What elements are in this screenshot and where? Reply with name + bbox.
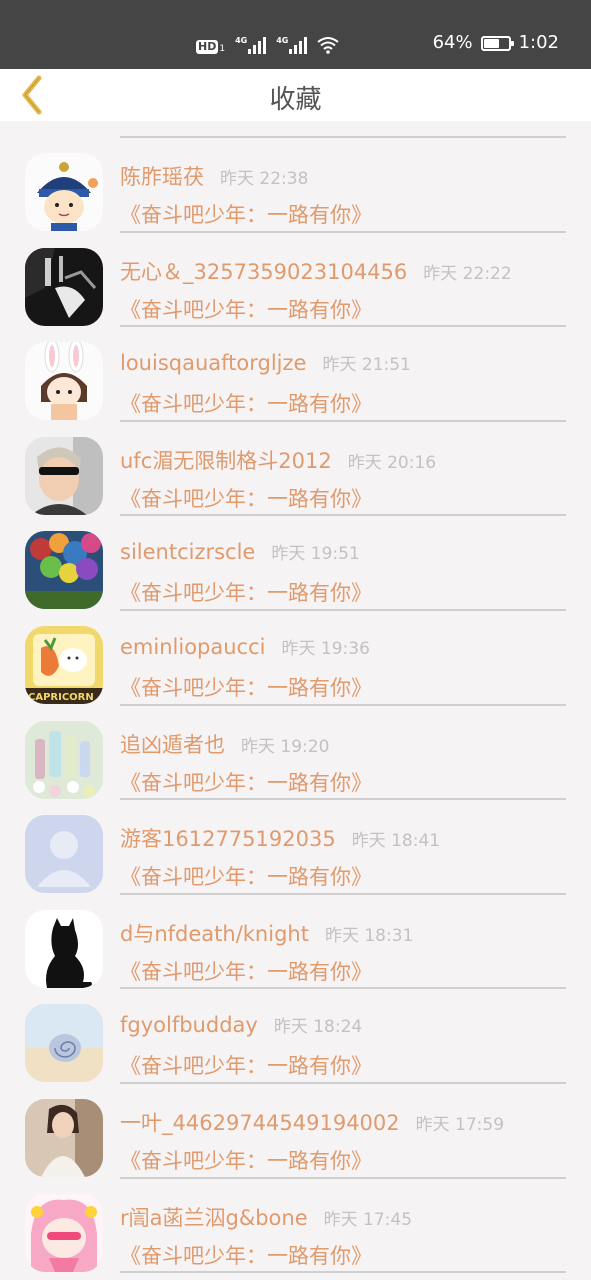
avatar[interactable] — [25, 720, 103, 799]
timestamp: 昨天 18:41 — [351, 831, 441, 852]
wifi-icon — [317, 36, 339, 54]
user-line: ufc湄无限制格斗2012 昨天 20:16 — [120, 445, 436, 475]
page-title: 收藏 — [269, 85, 322, 115]
favorite-title-link[interactable]: 《奋斗吧少年：一路有你》 — [120, 577, 372, 607]
user-line: silentcizrscle 昨天 19:51 — [120, 539, 360, 564]
list-item[interactable]: CAPRICORN eminliopaucci 昨天 19:36 《奋斗吧少年：一路有… — [0, 610, 591, 706]
list-item[interactable]: d与nfdeath/knight 昨天 18:31 《奋斗吧少年：一路有你》 — [0, 894, 591, 990]
user-line: r訚a菡兰泅g&bone 昨天 17:45 — [120, 1202, 412, 1232]
favorite-title-link[interactable]: 《奋斗吧少年：一路有你》 — [120, 1240, 372, 1270]
user-name[interactable]: louisqauaftorgljze — [120, 351, 306, 375]
user-name[interactable]: r訚a菡兰泅g&bone — [120, 1202, 308, 1232]
list-item[interactable]: silentcizrscle 昨天 19:51 《奋斗吧少年：一路有你》 — [0, 515, 591, 611]
user-line: louisqauaftorgljze 昨天 21:51 — [120, 350, 411, 375]
list-item[interactable]: 陈胙瑶茯 昨天 22:38 《奋斗吧少年：一路有你》 — [0, 137, 591, 233]
status-right: 64% 1:02 — [433, 32, 559, 54]
list-item[interactable]: 追凶遁者也 昨天 19:20 《奋斗吧少年：一路有你》 — [0, 705, 591, 801]
network-type-label: 4G — [235, 36, 248, 45]
user-name[interactable]: 陈胙瑶茯 — [120, 161, 204, 191]
user-name[interactable]: fgyolfbudday — [120, 1013, 258, 1037]
favorite-title-link[interactable]: 《奋斗吧少年：一路有你》 — [120, 956, 372, 986]
title-bar: 收藏 — [0, 69, 591, 121]
timestamp: 昨天 21:51 — [322, 355, 411, 376]
favorite-title-link[interactable]: 《奋斗吧少年：一路有你》 — [120, 199, 372, 229]
hd-sub-label: 1 — [219, 44, 226, 54]
favorite-title-link[interactable]: 《奋斗吧少年：一路有你》 — [120, 1050, 372, 1080]
avatar[interactable] — [25, 436, 103, 515]
svg-text:CAPRICORN: CAPRICORN — [28, 692, 94, 703]
user-line: 陈胙瑶茯 昨天 22:38 — [120, 161, 308, 191]
timestamp: 昨天 20:16 — [347, 452, 437, 473]
user-line: 无心＆_3257359023104456 昨天 22:22 — [120, 256, 512, 286]
list-item[interactable]: 一叶_44629744549194002 昨天 17:59 《奋斗吧少年：一路有你》 — [0, 1083, 591, 1179]
user-name[interactable]: 无心＆_3257359023104456 — [120, 256, 407, 286]
clock: 1:02 — [518, 32, 559, 53]
battery-percent: 64% — [432, 32, 473, 53]
timestamp: 昨天 17:45 — [323, 1209, 413, 1230]
user-line: 追凶遁者也 昨天 19:20 — [120, 729, 329, 759]
list-item[interactable]: louisqauaftorgljze 昨天 21:51 《奋斗吧少年：一路有你》 — [0, 326, 591, 422]
divider — [120, 1271, 566, 1274]
user-name[interactable]: 一叶_44629744549194002 — [120, 1107, 400, 1137]
user-line: 游客1612775192035 昨天 18:41 — [120, 823, 440, 853]
avatar[interactable] — [25, 153, 103, 231]
signal-icon: 4G — [276, 36, 308, 54]
user-name[interactable]: eminliopaucci — [120, 635, 265, 659]
avatar[interactable] — [25, 1099, 103, 1177]
timestamp: 昨天 17:59 — [415, 1115, 505, 1135]
avatar[interactable]: CAPRICORN — [25, 626, 103, 704]
avatar[interactable] — [25, 1193, 103, 1272]
favorite-title-link[interactable]: 《奋斗吧少年：一路有你》 — [120, 294, 372, 324]
avatar[interactable] — [25, 247, 103, 326]
favorites-list[interactable]: 《奋斗吧少年：一路有你》陈胙瑶茯昨天 22:38《奋斗吧少年：一路有你》无心＆_… — [0, 121, 591, 1280]
user-name[interactable]: silentcizrscle — [120, 540, 255, 564]
timestamp: 昨天 19:36 — [281, 639, 370, 659]
list-item[interactable]: 游客1612775192035 昨天 18:41 《奋斗吧少年：一路有你》 — [0, 799, 591, 895]
list-item[interactable]: 无心＆_3257359023104456 昨天 22:22 《奋斗吧少年：一路有你》 — [0, 232, 591, 328]
user-line: 一叶_44629744549194002 昨天 17:59 — [120, 1107, 504, 1137]
timestamp: 昨天 22:22 — [423, 263, 512, 284]
avatar[interactable] — [25, 1004, 103, 1083]
favorite-title-link[interactable]: 《奋斗吧少年：一路有你》 — [120, 388, 372, 418]
hd-label: HD — [196, 40, 219, 54]
status-bar: HD 1 4G 4G 64% 1:02 — [0, 0, 591, 69]
user-name[interactable]: 游客1612775192035 — [120, 823, 336, 853]
user-line: fgyolfbudday 昨天 18:24 — [120, 1012, 362, 1037]
list-item[interactable]: ufc湄无限制格斗2012 昨天 20:16 《奋斗吧少年：一路有你》 — [0, 421, 591, 517]
timestamp: 昨天 18:31 — [324, 925, 414, 946]
timestamp: 昨天 19:20 — [241, 736, 330, 757]
favorite-title-link[interactable]: 《奋斗吧少年：一路有你》 — [120, 483, 372, 513]
timestamp: 昨天 18:24 — [273, 1017, 363, 1038]
timestamp: 昨天 19:51 — [271, 544, 360, 565]
status-icons: HD 1 4G 4G — [196, 32, 339, 54]
favorite-title-link[interactable]: 《奋斗吧少年：一路有你》 — [120, 767, 372, 797]
favorite-title-link[interactable]: 《奋斗吧少年：一路有你》 — [120, 861, 372, 891]
hd-icon: HD 1 — [196, 40, 225, 54]
favorite-title-link[interactable]: 《奋斗吧少年：一路有你》 — [120, 672, 372, 702]
list-item[interactable]: 《奋斗吧少年：一路有你》 — [0, 121, 591, 138]
avatar[interactable] — [25, 342, 103, 421]
network-type-label: 4G — [276, 36, 289, 45]
signal-icon: 4G — [235, 36, 267, 54]
user-line: d与nfdeath/knight 昨天 18:31 — [120, 918, 413, 948]
list-item[interactable]: r訚a菡兰泅g&bone 昨天 17:45 《奋斗吧少年：一路有你》 — [0, 1178, 591, 1274]
favorite-title-link[interactable]: 《奋斗吧少年：一路有你》 — [120, 1145, 372, 1175]
avatar[interactable] — [25, 531, 103, 610]
user-name[interactable]: 追凶遁者也 — [120, 729, 225, 759]
avatar[interactable] — [25, 909, 103, 988]
user-line: eminliopaucci 昨天 19:36 — [120, 634, 370, 659]
user-name[interactable]: d与nfdeath/knight — [120, 918, 309, 948]
user-name[interactable]: ufc湄无限制格斗2012 — [120, 445, 332, 475]
avatar[interactable] — [25, 815, 103, 894]
list-item[interactable]: fgyolfbudday 昨天 18:24 《奋斗吧少年：一路有你》 — [0, 988, 591, 1084]
battery-icon — [480, 35, 514, 51]
timestamp: 昨天 22:38 — [220, 169, 309, 189]
